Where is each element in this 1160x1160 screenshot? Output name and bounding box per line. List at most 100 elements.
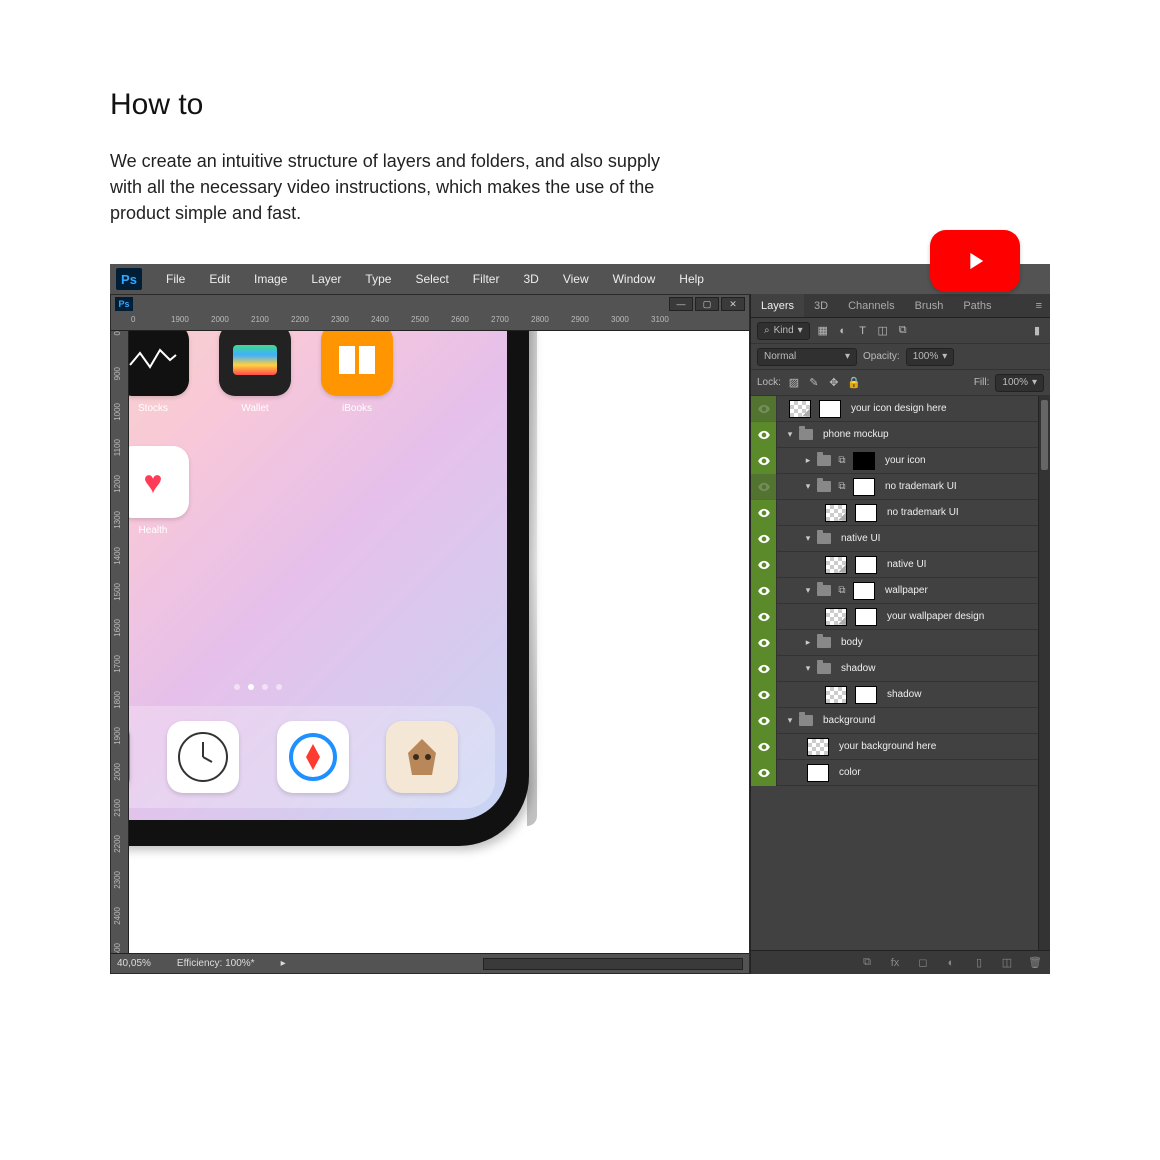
blend-mode-select[interactable]: Normal▾ — [757, 348, 857, 366]
layer-row[interactable]: native UI — [751, 552, 1050, 578]
visibility-toggle[interactable] — [751, 396, 777, 422]
layer-row[interactable]: ▾⧉wallpaper — [751, 578, 1050, 604]
layer-name[interactable]: no trademark UI — [885, 481, 957, 492]
disclosure-icon[interactable]: ▾ — [785, 429, 795, 440]
menu-view[interactable]: View — [553, 272, 599, 286]
menu-edit[interactable]: Edit — [199, 272, 240, 286]
disclosure-icon[interactable]: ▾ — [803, 533, 813, 544]
visibility-toggle[interactable] — [751, 500, 777, 526]
opacity-input[interactable]: 100% ▾ — [906, 348, 955, 366]
layer-row[interactable]: no trademark UI — [751, 500, 1050, 526]
visibility-toggle[interactable] — [751, 422, 777, 448]
zoom-level[interactable]: 40,05% — [117, 958, 151, 969]
visibility-toggle[interactable] — [751, 760, 777, 786]
ruler-horizontal[interactable]: 0190020002100220023002400250026002700280… — [111, 313, 749, 331]
layer-thumbnail[interactable] — [819, 400, 841, 418]
layer-row[interactable]: color — [751, 760, 1050, 786]
menu-select[interactable]: Select — [405, 272, 458, 286]
visibility-toggle[interactable] — [751, 526, 777, 552]
layer-thumbnail[interactable] — [855, 556, 877, 574]
new-layer-icon[interactable]: ◫ — [1000, 956, 1014, 970]
fill-input[interactable]: 100% ▾ — [995, 374, 1044, 392]
layer-thumbnail[interactable] — [825, 556, 847, 574]
disclosure-icon[interactable]: ▾ — [803, 663, 813, 674]
layer-row[interactable]: ▾ shadow — [751, 656, 1050, 682]
filter-type-icon[interactable]: T — [856, 324, 870, 338]
layer-row[interactable]: ▾⧉no trademark UI — [751, 474, 1050, 500]
layer-name[interactable]: your wallpaper design — [887, 611, 984, 622]
visibility-toggle[interactable] — [751, 630, 777, 656]
layers-scrollbar[interactable] — [1038, 396, 1050, 950]
menu-layer[interactable]: Layer — [301, 272, 351, 286]
disclosure-icon[interactable]: ▾ — [785, 715, 795, 726]
filter-smart-icon[interactable]: ⧉ — [896, 324, 910, 338]
layer-row[interactable]: your background here — [751, 734, 1050, 760]
layer-thumbnail[interactable] — [853, 478, 875, 496]
maximize-button[interactable]: ▢ — [695, 297, 719, 311]
tab-brush[interactable]: Brush — [905, 294, 954, 317]
tab-layers[interactable]: Layers — [751, 294, 804, 317]
status-play-icon[interactable]: ▸ — [281, 958, 286, 969]
layer-row[interactable]: shadow — [751, 682, 1050, 708]
panel-menu-icon[interactable]: ≡ — [1028, 294, 1050, 317]
layer-thumbnail[interactable] — [855, 608, 877, 626]
layer-row[interactable]: ▾ native UI — [751, 526, 1050, 552]
lock-position-icon[interactable]: ✥ — [827, 376, 841, 390]
layer-name[interactable]: body — [841, 637, 863, 648]
layer-thumbnail[interactable] — [855, 504, 877, 522]
layer-thumbnail[interactable] — [825, 504, 847, 522]
visibility-toggle[interactable] — [751, 708, 777, 734]
visibility-toggle[interactable] — [751, 734, 777, 760]
layer-row[interactable]: your icon design here — [751, 396, 1050, 422]
horizontal-scrollbar[interactable] — [483, 958, 743, 970]
close-button[interactable]: ✕ — [721, 297, 745, 311]
lock-paint-icon[interactable]: ✎ — [807, 376, 821, 390]
adjustment-layer-icon[interactable]: ◐ — [944, 956, 958, 970]
tab-3d[interactable]: 3D — [804, 294, 838, 317]
layer-name[interactable]: your icon design here — [851, 403, 947, 414]
tab-channels[interactable]: Channels — [838, 294, 904, 317]
disclosure-icon[interactable]: ▾ — [803, 481, 813, 492]
delete-layer-icon[interactable]: 🗑 — [1028, 956, 1042, 970]
menu-file[interactable]: File — [156, 272, 195, 286]
layer-name[interactable]: your background here — [839, 741, 936, 752]
layer-mask-icon[interactable]: ◻ — [916, 956, 930, 970]
layer-name[interactable]: color — [839, 767, 861, 778]
visibility-toggle[interactable] — [751, 656, 777, 682]
link-layers-icon[interactable]: ⧉ — [860, 956, 874, 970]
ruler-vertical[interactable]: 0900100011001200130014001500160017001800… — [111, 331, 129, 953]
layer-thumbnail[interactable] — [825, 608, 847, 626]
filter-pixel-icon[interactable]: ▦ — [816, 324, 830, 338]
layer-name[interactable]: wallpaper — [885, 585, 928, 596]
new-group-icon[interactable]: ▯ — [972, 956, 986, 970]
layer-name[interactable]: phone mockup — [823, 429, 889, 440]
layer-name[interactable]: native UI — [841, 533, 880, 544]
filter-shape-icon[interactable]: ◫ — [876, 324, 890, 338]
layer-row[interactable]: ▸⧉your icon — [751, 448, 1050, 474]
layer-thumbnail[interactable] — [807, 764, 829, 782]
layer-name[interactable]: background — [823, 715, 875, 726]
disclosure-icon[interactable]: ▸ — [803, 637, 813, 648]
layer-name[interactable]: native UI — [887, 559, 926, 570]
layer-row[interactable]: your wallpaper design — [751, 604, 1050, 630]
layer-thumbnail[interactable] — [825, 686, 847, 704]
layer-thumbnail[interactable] — [807, 738, 829, 756]
minimize-button[interactable]: — — [669, 297, 693, 311]
canvas[interactable]: ersStocksWalletiBooks ♥Health — [129, 331, 749, 953]
youtube-play-badge[interactable] — [930, 230, 1020, 292]
layer-name[interactable]: no trademark UI — [887, 507, 959, 518]
filter-adjust-icon[interactable]: ◐ — [836, 324, 850, 338]
visibility-toggle[interactable] — [751, 448, 777, 474]
layer-row[interactable]: ▾ phone mockup — [751, 422, 1050, 448]
menu-window[interactable]: Window — [603, 272, 666, 286]
layer-name[interactable]: shadow — [841, 663, 875, 674]
layer-thumbnail[interactable] — [855, 686, 877, 704]
menu-filter[interactable]: Filter — [463, 272, 510, 286]
menu-type[interactable]: Type — [355, 272, 401, 286]
visibility-toggle[interactable] — [751, 474, 777, 500]
layer-filter-kind[interactable]: ⌕ Kind ▾ — [757, 322, 810, 340]
filter-toggle-icon[interactable]: ▮ — [1030, 324, 1044, 338]
visibility-toggle[interactable] — [751, 682, 777, 708]
layer-thumbnail[interactable] — [853, 452, 875, 470]
tab-paths[interactable]: Paths — [953, 294, 1001, 317]
